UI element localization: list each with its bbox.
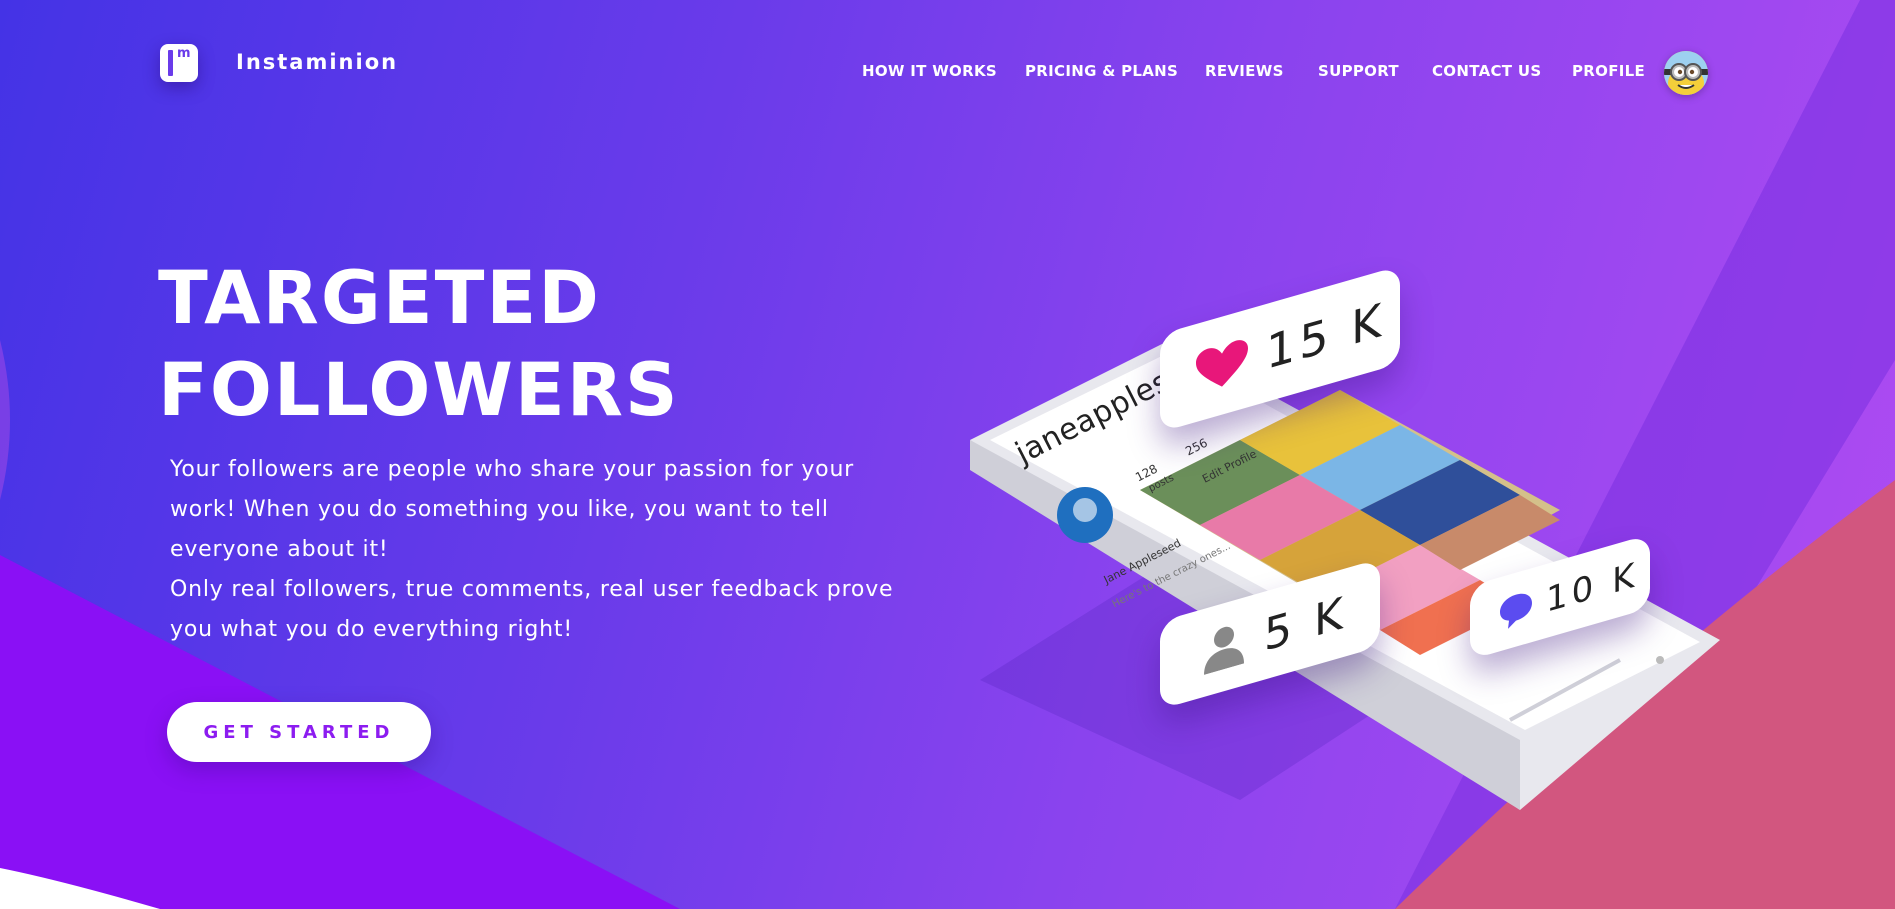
user-icon xyxy=(1204,626,1244,675)
get-started-button[interactable]: GET STARTED xyxy=(167,702,431,762)
followers-count: 5 K xyxy=(1264,586,1347,662)
nav-how-it-works[interactable]: HOW IT WORKS xyxy=(862,62,997,80)
heart-icon xyxy=(1196,340,1248,387)
minion-avatar-icon xyxy=(1664,51,1708,95)
nav-profile[interactable]: PROFILE xyxy=(1572,62,1645,80)
hero-title-line-1: TARGETED xyxy=(158,256,601,341)
logo-letter: m xyxy=(177,46,191,61)
hero-paragraph-1: Your followers are people who share your… xyxy=(170,457,855,562)
hero-description: Your followers are people who share your… xyxy=(170,450,910,650)
logo-bar xyxy=(168,50,173,76)
comments-count: 10 K xyxy=(1546,554,1639,622)
logo-icon[interactable]: m xyxy=(160,44,198,82)
bg-shape-left-arc xyxy=(0,340,10,500)
hero-paragraph-2: Only real followers, true comments, real… xyxy=(170,577,894,642)
likes-count: 15 K xyxy=(1266,291,1386,381)
logo-mark: m xyxy=(168,46,191,76)
nav-pricing-plans[interactable]: PRICING & PLANS xyxy=(1025,62,1178,80)
nav-support[interactable]: SUPPORT xyxy=(1318,62,1399,80)
chat-icon xyxy=(1500,593,1532,629)
brand-name[interactable]: Instaminion xyxy=(236,50,398,74)
nav-reviews[interactable]: REVIEWS xyxy=(1205,62,1284,80)
nav-contact-us[interactable]: CONTACT US xyxy=(1432,62,1541,80)
avatar[interactable] xyxy=(1664,51,1708,95)
hero-title-line-2: FOLLOWERS xyxy=(158,348,680,433)
hero-title: TARGETED FOLLOWERS xyxy=(158,253,680,437)
